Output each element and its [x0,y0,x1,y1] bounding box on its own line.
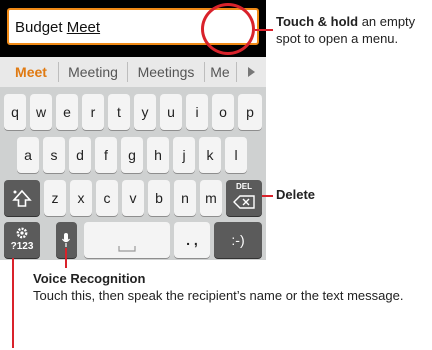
shift-icon [12,190,32,208]
voice-callout-line [65,248,67,268]
smiley-key[interactable]: :-) [214,222,262,258]
key-f[interactable]: f [95,137,117,173]
composing-word: Meet [66,19,101,36]
key-p[interactable]: p [238,94,262,130]
on-screen-keyboard: q w e r t y u i o p a s d f g h j k l z … [0,87,266,260]
key-q[interactable]: q [4,94,26,130]
key-n[interactable]: n [174,180,196,216]
key-r[interactable]: r [82,94,104,130]
key-h[interactable]: h [147,137,169,173]
delete-callout: Delete [276,186,315,203]
suggestion-item[interactable]: Meeting [59,57,127,87]
key-e[interactable]: e [56,94,78,130]
settings-callout-line [12,258,14,348]
key-k[interactable]: k [199,137,221,173]
key-t[interactable]: t [108,94,130,130]
backspace-icon [233,195,255,209]
suggestion-item[interactable]: Meet [4,57,58,87]
delete-callout-title: Delete [276,187,316,202]
key-o[interactable]: o [212,94,234,130]
touch-hold-indicator [201,3,255,55]
key-m[interactable]: m [200,180,222,216]
key-y[interactable]: y [134,94,156,130]
suggestion-item[interactable]: Me [205,57,235,87]
touch-hold-callout-line [255,29,273,31]
key-c[interactable]: c [96,180,118,216]
voice-recognition-callout: Voice Recognition Touch this, then speak… [33,270,428,304]
key-z[interactable]: z [44,180,66,216]
key-u[interactable]: u [160,94,182,130]
symbols-settings-key[interactable]: ?123 [4,222,40,258]
delete-label: DEL [236,182,252,191]
gear-icon [16,227,28,239]
touch-hold-callout: Touch & hold an empty spot to open a men… [276,13,432,47]
key-v[interactable]: v [122,180,144,216]
more-suggestions-arrow-icon[interactable] [248,67,255,77]
space-key[interactable] [84,222,170,258]
microphone-icon [62,233,70,247]
shift-key[interactable] [4,180,40,216]
delete-callout-line [262,195,273,197]
key-a[interactable]: a [17,137,39,173]
suggestion-strip: Meet Meeting Meetings Me [0,57,266,87]
key-b[interactable]: b [148,180,170,216]
symbols-label: ?123 [10,241,34,252]
touch-hold-callout-title: Touch & hold [276,14,359,29]
key-d[interactable]: d [69,137,91,173]
key-s[interactable]: s [43,137,65,173]
delete-key[interactable]: DEL [226,180,262,216]
punctuation-key[interactable]: . , [174,222,210,258]
key-x[interactable]: x [70,180,92,216]
voice-callout-title: Voice Recognition [33,271,146,286]
key-g[interactable]: g [121,137,143,173]
key-j[interactable]: j [173,137,195,173]
key-w[interactable]: w [30,94,52,130]
text-field-value: Budget Meet [15,19,101,36]
voice-callout-text: Touch this, then speak the recipient’s n… [33,288,404,303]
space-bar-icon [118,246,136,252]
suggestion-item[interactable]: Meetings [128,57,204,87]
key-l[interactable]: l [225,137,247,173]
key-i[interactable]: i [186,94,208,130]
suggestion-divider [236,62,237,82]
